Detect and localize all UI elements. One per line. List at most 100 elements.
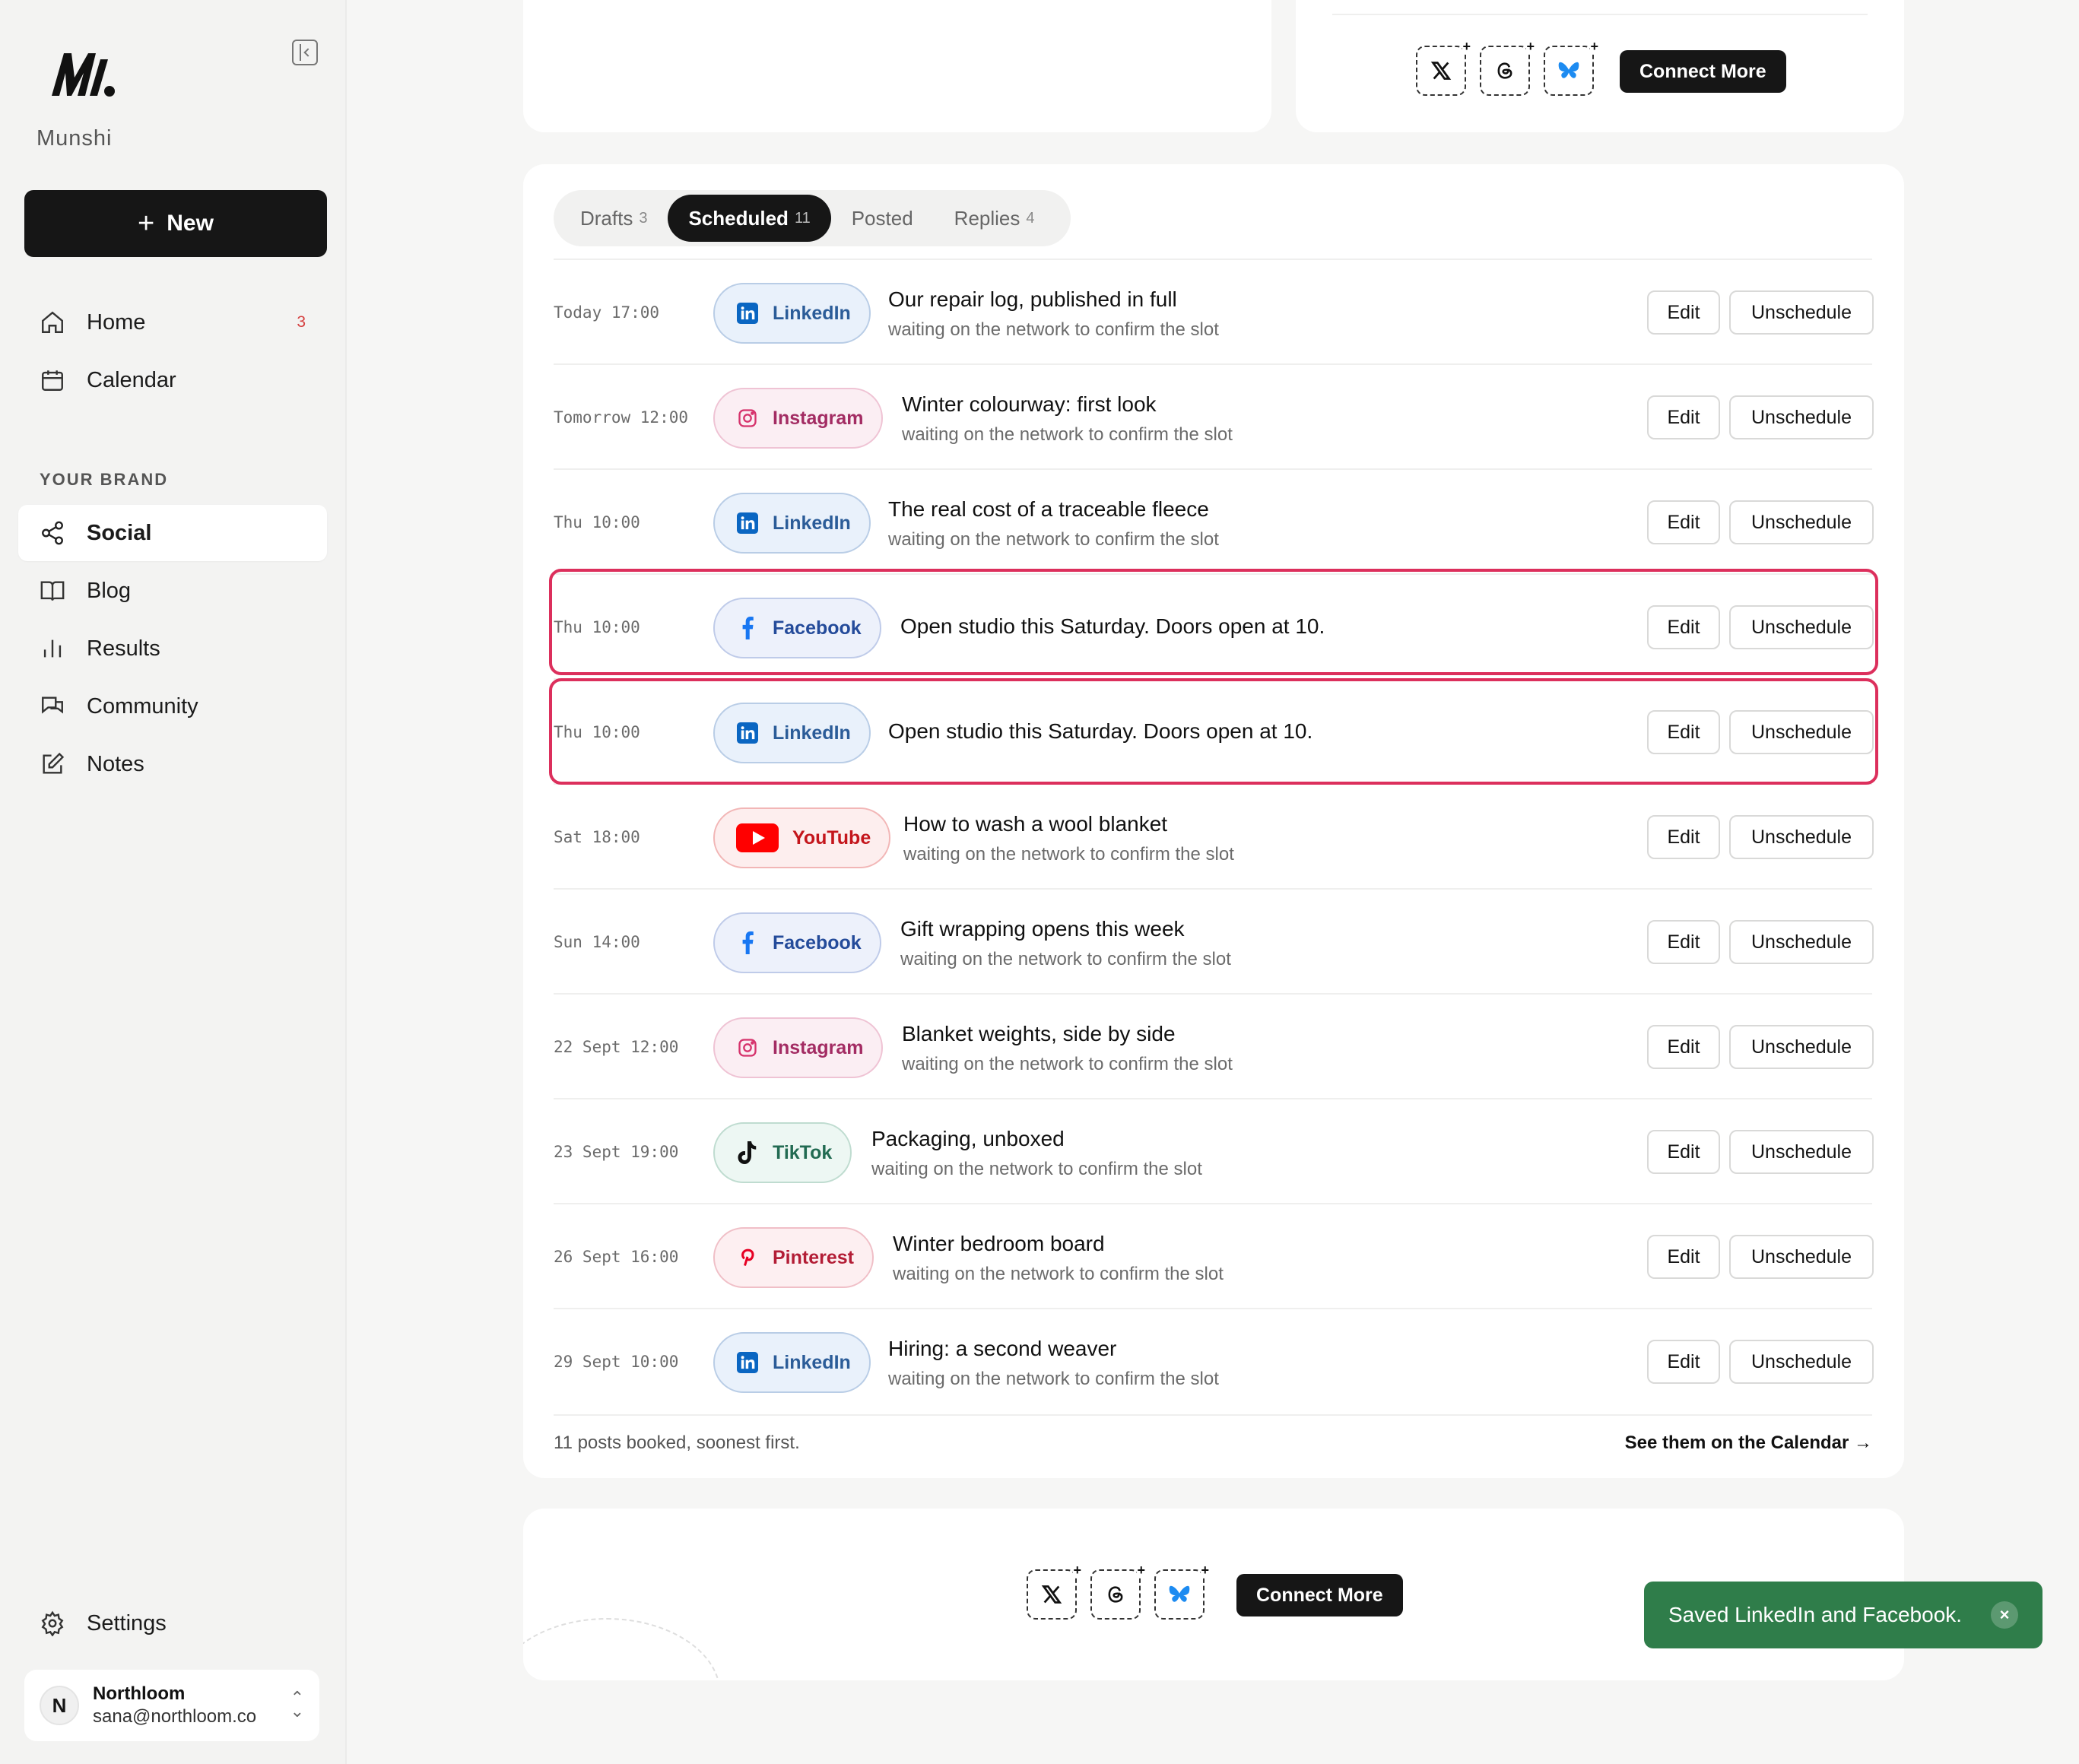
- post-title: Gift wrapping opens this week: [900, 917, 1185, 941]
- section-label: YOUR BRAND: [40, 470, 169, 489]
- account-switcher[interactable]: N Northloom sana@northloom.co ⌃ ⌄: [24, 1670, 319, 1741]
- x-icon[interactable]: +: [1027, 1563, 1081, 1620]
- tab-posted[interactable]: Posted: [831, 195, 934, 242]
- toast-notification: Saved LinkedIn and Facebook. ×: [1644, 1582, 2042, 1648]
- network-name: LinkedIn: [773, 512, 851, 534]
- network-name: LinkedIn: [773, 302, 851, 324]
- edit-button[interactable]: Edit: [1647, 1235, 1720, 1279]
- unschedule-button[interactable]: Unschedule: [1729, 500, 1874, 544]
- linkedin-icon: [736, 512, 759, 535]
- tab-scheduled[interactable]: Scheduled 11: [668, 195, 831, 242]
- top-connect-card: + + + Connect More: [1296, 0, 1904, 132]
- edit-button[interactable]: Edit: [1647, 1130, 1720, 1174]
- post-time: 26 Sept 16:00: [554, 1248, 679, 1266]
- unschedule-button[interactable]: Unschedule: [1729, 1025, 1874, 1069]
- threads-icon[interactable]: +: [1090, 1563, 1145, 1620]
- network-chip-linkedin: LinkedIn: [713, 703, 871, 763]
- sidebar-item-settings[interactable]: Settings: [18, 1595, 327, 1651]
- post-status: waiting on the network to confirm the sl…: [902, 1054, 1233, 1074]
- tab-replies[interactable]: Replies 4: [934, 195, 1055, 242]
- edit-icon: [43, 752, 65, 774]
- table-row: 29 Sept 10:00 LinkedIn Hiring: a second …: [554, 1308, 1874, 1413]
- connect-more-button[interactable]: Connect More: [1620, 50, 1786, 93]
- unschedule-button[interactable]: Unschedule: [1729, 1130, 1874, 1174]
- bluesky-icon[interactable]: +: [1154, 1563, 1209, 1620]
- edit-button[interactable]: Edit: [1647, 395, 1720, 439]
- post-time: Thu 10:00: [554, 513, 640, 531]
- sidebar-item-calendar[interactable]: Calendar: [18, 352, 327, 408]
- unschedule-button[interactable]: Unschedule: [1729, 920, 1874, 964]
- home-icon: [42, 311, 63, 333]
- unschedule-button[interactable]: Unschedule: [1729, 290, 1874, 335]
- network-name: LinkedIn: [773, 1351, 851, 1373]
- sidebar-item-social[interactable]: Social: [18, 505, 327, 561]
- chevron-updown-icon: ⌃ ⌄: [290, 1688, 304, 1721]
- new-button[interactable]: + New: [24, 190, 327, 257]
- posts-count-note: 11 posts booked, soonest first.: [554, 1432, 800, 1453]
- post-time: 22 Sept 12:00: [554, 1038, 679, 1056]
- sidebar-item-results[interactable]: Results: [18, 620, 327, 677]
- calendar-link[interactable]: See them on the Calendar →: [1625, 1432, 1872, 1454]
- unschedule-button[interactable]: Unschedule: [1729, 1235, 1874, 1279]
- unschedule-button[interactable]: Unschedule: [1729, 815, 1874, 859]
- network-name: Facebook: [773, 931, 862, 953]
- post-title: How to wash a wool blanket: [903, 812, 1168, 836]
- chat-icon: [42, 696, 63, 714]
- unschedule-button[interactable]: Unschedule: [1729, 710, 1874, 754]
- sidebar-item-label: Notes: [87, 751, 144, 776]
- bluesky-icon[interactable]: +: [1544, 40, 1598, 96]
- book-icon: [40, 581, 65, 601]
- table-row: Thu 10:00 LinkedIn The real cost of a tr…: [554, 468, 1874, 573]
- post-title: Our repair log, published in full: [888, 287, 1177, 311]
- sidebar-item-label: Settings: [87, 1610, 167, 1636]
- post-status: waiting on the network to confirm the sl…: [888, 319, 1219, 340]
- linkedin-icon: [736, 1351, 759, 1374]
- sidebar-item-home[interactable]: Home 3: [18, 294, 327, 351]
- post-time: Thu 10:00: [554, 618, 640, 636]
- edit-button[interactable]: Edit: [1647, 920, 1720, 964]
- calendar-icon: [42, 370, 63, 391]
- post-time: Sat 18:00: [554, 828, 640, 846]
- edit-button[interactable]: Edit: [1647, 290, 1720, 335]
- edit-button[interactable]: Edit: [1647, 710, 1720, 754]
- post-status: waiting on the network to confirm the sl…: [888, 529, 1219, 550]
- collapse-sidebar-icon[interactable]: [292, 40, 318, 65]
- edit-button[interactable]: Edit: [1647, 605, 1720, 649]
- connect-more-button[interactable]: Connect More: [1236, 1574, 1403, 1616]
- threads-icon[interactable]: +: [1480, 40, 1535, 96]
- post-title: Winter colourway: first look: [902, 392, 1157, 416]
- close-icon[interactable]: ×: [1991, 1601, 2018, 1629]
- post-status: waiting on the network to confirm the sl…: [900, 949, 1231, 969]
- sidebar-item-notes[interactable]: Notes: [18, 736, 327, 792]
- bar-chart-icon: [43, 639, 62, 658]
- new-button-label: New: [167, 211, 214, 236]
- edit-button[interactable]: Edit: [1647, 1025, 1720, 1069]
- tab-drafts[interactable]: Drafts 3: [560, 195, 668, 242]
- toast-message: Saved LinkedIn and Facebook.: [1668, 1603, 1963, 1626]
- post-status: waiting on the network to confirm the sl…: [871, 1159, 1202, 1179]
- x-icon[interactable]: +: [1416, 40, 1471, 96]
- network-chip-tiktok: TikTok: [713, 1122, 852, 1183]
- edit-button[interactable]: Edit: [1647, 500, 1720, 544]
- avatar: N: [40, 1686, 79, 1725]
- network-name: YouTube: [792, 826, 871, 849]
- edit-button[interactable]: Edit: [1647, 815, 1720, 859]
- sidebar-item-community[interactable]: Community: [18, 678, 327, 734]
- post-title: Open studio this Saturday. Doors open at…: [900, 614, 1325, 638]
- post-status: waiting on the network to confirm the sl…: [903, 844, 1234, 865]
- table-row: 22 Sept 12:00 Instagram Blanket weights,…: [554, 993, 1874, 1098]
- sidebar: Munshi + New Home 3 Calendar YOUR BRAND …: [0, 0, 347, 1764]
- munshi-logo: [52, 53, 115, 97]
- facebook-icon: [736, 617, 759, 639]
- unschedule-button[interactable]: Unschedule: [1729, 395, 1874, 439]
- post-time: 29 Sept 10:00: [554, 1353, 679, 1371]
- network-chip-linkedin: LinkedIn: [713, 493, 871, 554]
- unschedule-button[interactable]: Unschedule: [1729, 605, 1874, 649]
- sidebar-item-blog[interactable]: Blog: [18, 563, 327, 619]
- post-time: Thu 10:00: [554, 723, 640, 741]
- network-name: LinkedIn: [773, 722, 851, 744]
- network-chip-facebook: Facebook: [713, 912, 881, 973]
- post-status: waiting on the network to confirm the sl…: [902, 424, 1233, 445]
- edit-button[interactable]: Edit: [1647, 1340, 1720, 1384]
- unschedule-button[interactable]: Unschedule: [1729, 1340, 1874, 1384]
